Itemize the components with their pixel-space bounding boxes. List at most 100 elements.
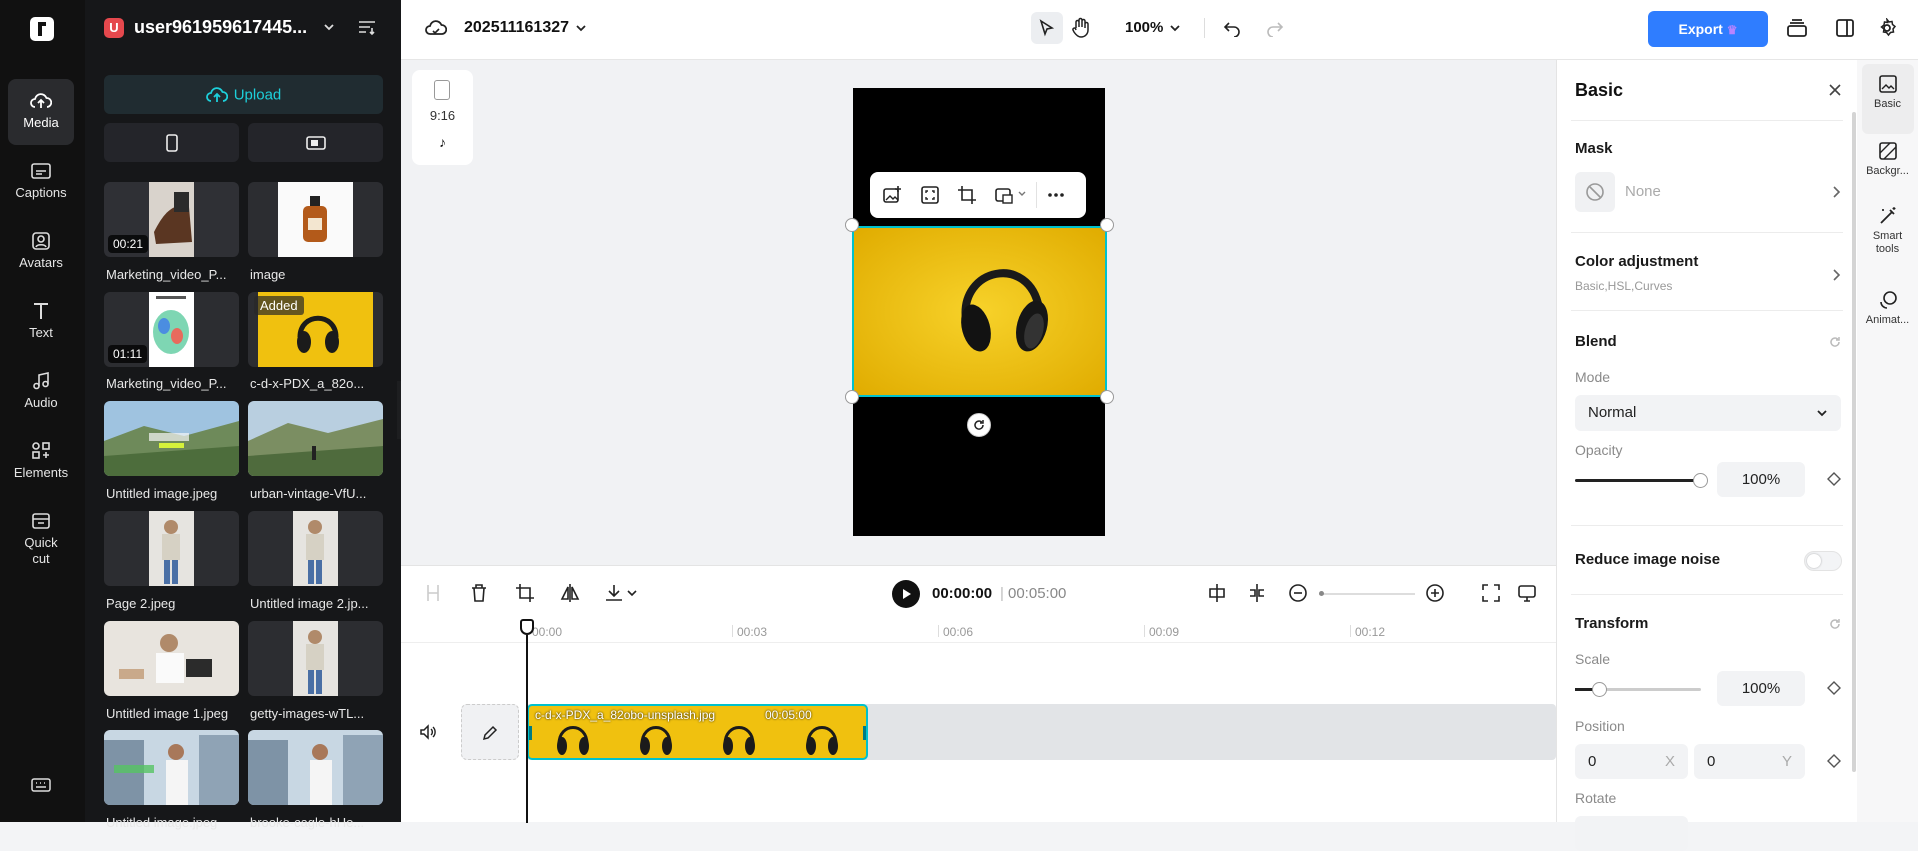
media-thumb[interactable]: [248, 621, 383, 696]
media-thumb[interactable]: [104, 730, 239, 805]
rotate-input[interactable]: [1575, 816, 1688, 851]
chevron-down-icon[interactable]: [322, 20, 336, 34]
rail-text[interactable]: Text: [8, 289, 74, 355]
ruler-tick: 00:12: [1350, 625, 1385, 639]
rail-captions[interactable]: Captions: [8, 149, 74, 215]
reset-icon[interactable]: [1828, 335, 1842, 349]
resize-handle[interactable]: [1100, 390, 1114, 404]
scale-slider-thumb[interactable]: [1592, 682, 1607, 697]
cover-edit-button[interactable]: [461, 704, 519, 760]
media-thumb[interactable]: [104, 511, 239, 586]
keyframe-icon[interactable]: [1827, 754, 1841, 768]
delete-icon[interactable]: [470, 583, 488, 603]
image-swap-icon[interactable]: [994, 185, 1014, 205]
rail-animation[interactable]: Animat...: [1857, 290, 1918, 326]
preview-icon[interactable]: [1517, 583, 1537, 603]
color-adjustment-row[interactable]: Color adjustment Basic,HSL,Curves: [1557, 245, 1858, 297]
export-button[interactable]: Export ♛: [1648, 11, 1768, 47]
rotate-handle[interactable]: [967, 413, 991, 437]
rail-audio[interactable]: Audio: [8, 359, 74, 425]
keyframe-icon[interactable]: [1827, 472, 1841, 486]
zoom-in-icon[interactable]: [1425, 583, 1445, 603]
rail-background[interactable]: Backgr...: [1857, 141, 1918, 177]
split-icon[interactable]: [425, 583, 441, 603]
zoom-out-icon[interactable]: [1288, 583, 1308, 603]
media-thumb[interactable]: [248, 401, 383, 476]
timeline-clip[interactable]: c-d-x-PDX_a_82obo-unsplash.jpg 00:05:00: [527, 704, 868, 760]
undo-icon[interactable]: [1223, 19, 1241, 37]
mask-selector[interactable]: None: [1575, 172, 1841, 212]
flip-icon[interactable]: [560, 583, 580, 603]
chevron-down-icon[interactable]: [1017, 189, 1027, 199]
fullscreen-icon[interactable]: [1481, 583, 1501, 603]
mode-select[interactable]: Normal: [1575, 395, 1841, 431]
clip-trim-right[interactable]: [863, 726, 866, 740]
resize-handle[interactable]: [1100, 218, 1114, 232]
playhead[interactable]: [520, 619, 534, 635]
app-logo[interactable]: [30, 17, 54, 41]
sort-icon[interactable]: [357, 18, 377, 36]
scale-slider[interactable]: [1575, 682, 1701, 697]
desktop-view-button[interactable]: [248, 123, 383, 162]
keyboard-icon[interactable]: [31, 777, 51, 793]
rail-media[interactable]: Media: [8, 79, 74, 145]
scale-input[interactable]: 100%: [1717, 671, 1805, 706]
cloud-sync-icon[interactable]: [425, 19, 447, 37]
rail-label: Media: [23, 115, 59, 130]
media-thumb[interactable]: 01:11: [104, 292, 239, 367]
resize-handle[interactable]: [845, 390, 859, 404]
phone-view-button[interactable]: [104, 123, 239, 162]
user-name[interactable]: user961959617445...: [134, 17, 307, 38]
reset-icon[interactable]: [1828, 617, 1842, 631]
mute-icon[interactable]: [419, 723, 437, 741]
media-thumb[interactable]: [248, 182, 383, 257]
settings-icon[interactable]: [1877, 18, 1897, 38]
media-thumb[interactable]: Added: [248, 292, 383, 367]
media-thumb[interactable]: 00:21: [104, 182, 239, 257]
media-thumb[interactable]: [104, 621, 239, 696]
clip-trim-left[interactable]: [529, 726, 532, 740]
opacity-input[interactable]: 100%: [1717, 462, 1805, 497]
media-thumb[interactable]: [104, 401, 239, 476]
crop-icon[interactable]: [515, 583, 535, 603]
opacity-slider-thumb[interactable]: [1693, 473, 1708, 488]
crop-icon[interactable]: [957, 185, 977, 205]
rail-quick-cut[interactable]: Quick cut: [8, 499, 74, 579]
media-thumb[interactable]: [248, 511, 383, 586]
close-icon[interactable]: [1827, 82, 1843, 98]
play-button[interactable]: [892, 580, 920, 608]
noise-toggle[interactable]: [1804, 551, 1842, 571]
more-icon[interactable]: [1046, 185, 1066, 205]
redo-icon[interactable]: [1266, 19, 1284, 37]
chevron-down-icon[interactable]: [626, 587, 638, 599]
media-thumb[interactable]: [248, 730, 383, 805]
selected-image[interactable]: [852, 226, 1107, 397]
scrollbar[interactable]: [1852, 112, 1856, 772]
project-name[interactable]: 202511161327: [464, 19, 569, 37]
resize-handle[interactable]: [845, 218, 859, 232]
user-avatar[interactable]: U: [104, 18, 124, 38]
keyframe-icon[interactable]: [1827, 681, 1841, 695]
zoom-slider[interactable]: [1319, 591, 1415, 596]
opacity-slider[interactable]: [1575, 473, 1708, 488]
snap-icon[interactable]: [1207, 583, 1227, 603]
rail-avatars[interactable]: Avatars: [8, 219, 74, 285]
zoom-slider-thumb[interactable]: [1319, 591, 1324, 596]
replace-image-icon[interactable]: [882, 185, 902, 205]
rail-smart-tools[interactable]: Smart tools: [1857, 206, 1918, 256]
chevron-down-icon[interactable]: [574, 21, 588, 35]
download-icon[interactable]: [604, 583, 624, 603]
select-tool-button[interactable]: [1031, 12, 1063, 44]
aspect-ratio-card[interactable]: 9:16 ♪: [412, 70, 473, 165]
chevron-down-icon[interactable]: [1168, 21, 1182, 35]
layers-icon[interactable]: [1786, 18, 1808, 38]
position-x-input[interactable]: 0 X: [1575, 744, 1688, 779]
zoom-level[interactable]: 100%: [1125, 19, 1163, 36]
upload-button[interactable]: Upload: [104, 75, 383, 114]
split-marker-icon[interactable]: [1247, 583, 1267, 603]
layout-icon[interactable]: [1835, 18, 1855, 38]
fit-icon[interactable]: [920, 185, 940, 205]
hand-tool-button[interactable]: [1071, 17, 1091, 39]
position-y-input[interactable]: 0 Y: [1694, 744, 1805, 779]
rail-elements[interactable]: Elements: [8, 429, 74, 495]
